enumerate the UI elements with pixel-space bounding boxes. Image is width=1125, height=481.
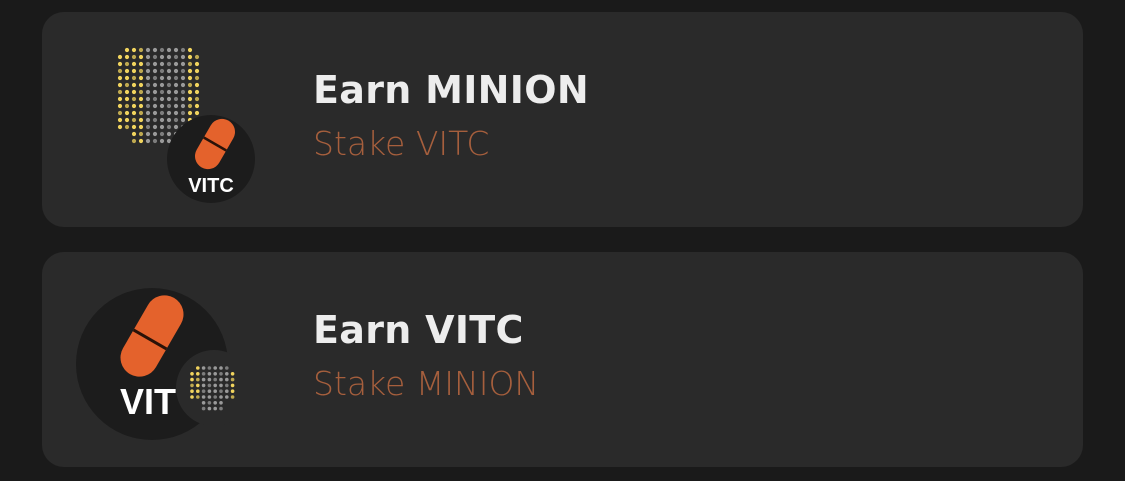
pool-subtitle: Stake VITC: [313, 124, 490, 163]
pool-card-earn-minion[interactable]: VITC Earn MINION Stake VITC: [42, 12, 1083, 227]
minion-vitc-pair-icon: VITC: [117, 47, 255, 203]
pool-title: Earn MINION: [313, 68, 589, 112]
pool-list: VITC Earn MINION Stake VITC VIT Earn VIT…: [0, 0, 1125, 481]
pool-card-earn-vitc[interactable]: VIT Earn VITC Stake MINION: [42, 252, 1083, 467]
vitc-minion-pair-icon: VIT: [76, 288, 252, 440]
pool-subtitle: Stake MINION: [313, 364, 540, 403]
vitc-badge-text: VIT: [120, 381, 176, 422]
vitc-badge-text: VITC: [188, 175, 234, 197]
pool-title: Earn VITC: [313, 308, 524, 352]
